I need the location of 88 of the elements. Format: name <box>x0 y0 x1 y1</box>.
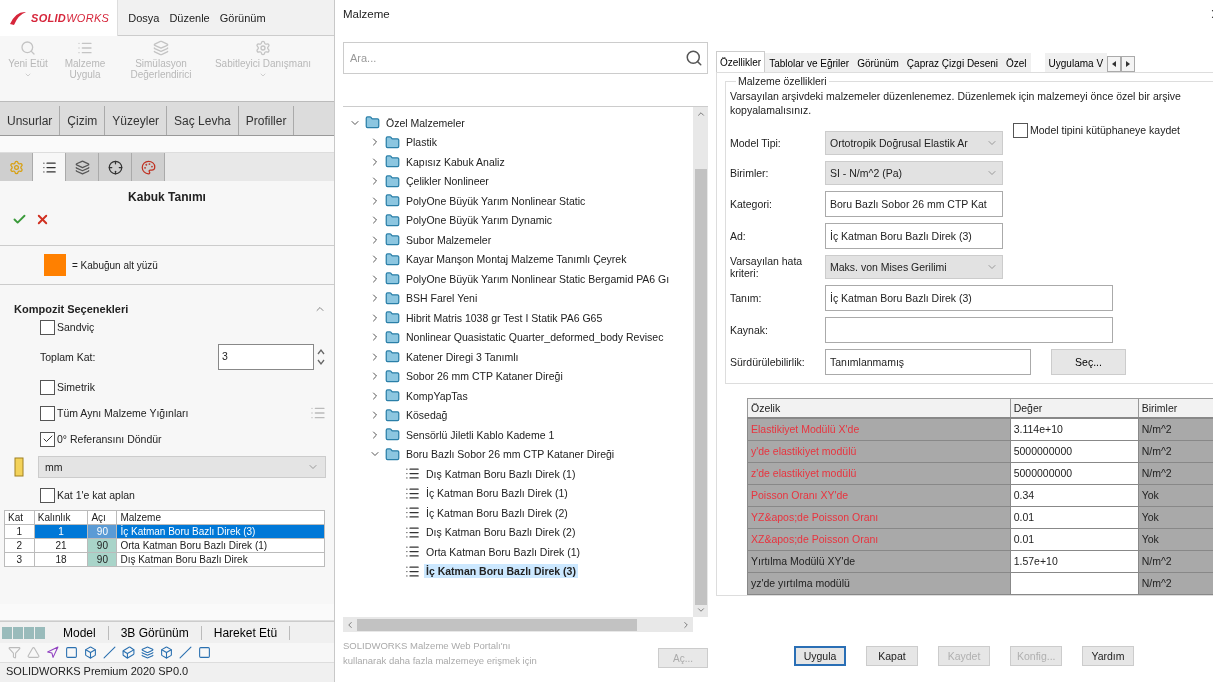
tree-item[interactable]: İç Katman Boru Bazlı Direk (1) <box>424 486 570 501</box>
text-field[interactable]: İç Katman Boru Bazlı Direk (3) <box>825 285 1113 311</box>
field-label: Kategori: <box>730 198 774 210</box>
tree-item[interactable]: Özel Malzemeler <box>384 115 467 130</box>
column-header: Malzeme <box>116 510 325 525</box>
field-label: Birimler: <box>730 167 770 179</box>
tree-item[interactable]: Katener Diregi 3 Tanımlı <box>404 349 521 364</box>
dropdown[interactable]: SI - N/m^2 (Pa) <box>825 161 1003 185</box>
tree-item[interactable]: Kösedağ <box>404 408 450 423</box>
logo-text: SOLIDWORKS <box>31 11 110 24</box>
property-name: YZ&apos;de Poisson Oranı <box>747 506 1011 528</box>
tree-item[interactable]: Nonlinear Quasistatic Quarter_deformed_body Revisec <box>404 330 666 345</box>
checkbox-label: 0° Referansını Döndür <box>57 433 162 445</box>
number-field[interactable]: 3 <box>218 344 314 370</box>
dialog-button[interactable]: Uygula <box>794 645 846 666</box>
column-header: Kalınlık <box>34 510 88 525</box>
checkbox-label: Tüm Aynı Malzeme Yığınları <box>57 407 189 419</box>
tree-item[interactable]: PolyOne Büyük Yarım Nonlinear Static <box>404 193 588 208</box>
checkbox-label: Model tipini kütüphaneye kaydet <box>1030 123 1180 137</box>
panel-title: Kabuk Tanımı <box>127 189 207 206</box>
tree-item[interactable]: Dış Katman Boru Bazlı Direk (2) <box>424 525 578 540</box>
tree-item[interactable]: Boru Bazlı Sobor 26 mm CTP Kataner Direği <box>404 447 617 462</box>
legend-text: = Kabuğun alt yüzü <box>72 259 158 271</box>
column-header: Birimler <box>1138 398 1213 418</box>
tree-item[interactable]: Sensörlü Jiletli Kablo Kademe 1 <box>404 427 557 442</box>
dialog-button[interactable]: Yardım <box>1082 645 1134 666</box>
tree-item[interactable]: Sobor 26 mm CTP Kataner Direği <box>404 369 565 384</box>
menu-item[interactable]: Düzenle <box>169 11 210 24</box>
section-title: Kompozit Seçenekleri <box>14 303 129 315</box>
field-label: Ad: <box>730 230 747 242</box>
properties-tab[interactable]: Görünüm <box>853 53 903 72</box>
model-tab[interactable]: Hareket Etü <box>201 625 291 640</box>
properties-tab[interactable]: Uygulama V <box>1044 53 1108 72</box>
tree-item[interactable]: Plastik <box>404 135 439 150</box>
model-tab[interactable]: Model <box>51 625 109 640</box>
property-name: Elastikiyet Modülü X'de <box>747 418 1011 440</box>
field-label: Model Tipi: <box>730 137 782 149</box>
dialog-title: Malzeme <box>343 8 390 20</box>
properties-tab[interactable]: Çapraz Çizgi Deseni <box>902 53 1002 72</box>
text-field[interactable]: İç Katman Boru Bazlı Direk (3) <box>825 223 1003 249</box>
properties-tab[interactable]: Özellikler <box>716 51 766 72</box>
menu-item[interactable]: Görünüm <box>219 11 266 24</box>
info-text: Varsayılan arşivdeki malzemeler düzenlenemez. Düzenlemek için malzemeyi önce özel bir arşive kopyalamalısınız. <box>730 89 1182 117</box>
dropdown[interactable]: Maks. von Mises Gerilimi <box>825 255 1003 279</box>
properties-tab[interactable]: Özel <box>1002 53 1031 72</box>
text-field[interactable]: Boru Bazlı Sobor 26 mm CTP Kat <box>825 191 1003 217</box>
dialog-button[interactable]: Kapat <box>866 645 918 666</box>
property-name: Yırtılma Modülü XY'de <box>747 550 1011 572</box>
text-field[interactable]: Tanımlanmamış <box>825 349 1031 375</box>
unit-dropdown[interactable]: mm <box>38 456 326 478</box>
checkbox-label: Simetrik <box>57 381 95 393</box>
status-bar: SOLIDWORKS Premium 2020 SP0.0 <box>0 663 334 682</box>
property-name: y'de elastikiyet modülü <box>747 440 1011 462</box>
menu-item[interactable]: Dosya <box>128 11 160 24</box>
property-name: z'de elastikiyet modülü <box>747 462 1011 484</box>
tree-item[interactable]: Orta Katman Boru Bazlı Direk (1) <box>424 544 583 559</box>
tree-item[interactable]: İç Katman Boru Bazlı Direk (3) <box>424 564 578 579</box>
column-header: Özelik <box>747 398 1011 418</box>
column-header: Kat <box>4 510 35 525</box>
properties-tab[interactable]: Tablolar ve Eğriler <box>765 53 854 72</box>
field-label: Sürdürülebilirlik: <box>730 356 806 368</box>
property-name: XZ&apos;de Poisson Oranı <box>747 528 1011 550</box>
checkbox-label: Kat 1'e kat aplan <box>57 489 135 501</box>
column-header: Değer <box>1010 398 1139 418</box>
tree-item[interactable]: PolyOne Büyük Yarım Dynamic <box>404 213 555 228</box>
tree-item[interactable]: PolyOne Büyük Yarım Nonlinear Static Bergamid PA6 Gı <box>404 271 672 286</box>
group-title: Malzeme özellikleri <box>736 75 829 87</box>
tree-item[interactable]: Dış Katman Boru Bazlı Direk (1) <box>424 466 578 481</box>
tree-item[interactable]: İç Katman Boru Bazlı Direk (2) <box>424 505 570 520</box>
property-name: yz'de yırtılma modülü <box>747 572 1011 594</box>
dropdown[interactable]: Ortotropik Doğrusal Elastik Ar <box>825 131 1003 155</box>
model-tab[interactable]: 3B Görünüm <box>108 625 202 640</box>
select-button[interactable]: Seç... <box>1051 349 1126 375</box>
field-label: Kaynak: <box>730 324 769 336</box>
tree-item[interactable]: Kapısız Kabuk Analiz <box>404 154 507 169</box>
portal-info-text: SOLIDWORKS Malzeme Web Portalı'nı kullanarak daha fazla malzemeye erişmek için <box>343 639 538 668</box>
tree-item[interactable]: BSH Farel Yeni <box>404 291 480 306</box>
tree-item[interactable]: Hibrit Matris 1038 gr Test I Statik PA6 G65 <box>404 310 605 325</box>
tree-item[interactable]: Subor Malzemeler <box>404 232 494 247</box>
field-label: Tanım: <box>730 292 763 304</box>
tree-item[interactable]: Çelikler Nonlineer <box>404 174 491 189</box>
field-label: Varsayılan hata kriteri: <box>730 255 804 279</box>
checkbox-label: Sandviç <box>57 321 95 333</box>
field-label: Toplam Kat: <box>40 351 96 363</box>
tree-item[interactable]: KompYapTas <box>404 388 470 403</box>
property-name: Poisson Oranı XY'de <box>747 484 1011 506</box>
tree-item[interactable]: Kayar Manşon Montaj Malzeme Tanımlı Çeyrek <box>404 252 629 267</box>
column-header: Açı <box>87 510 117 525</box>
